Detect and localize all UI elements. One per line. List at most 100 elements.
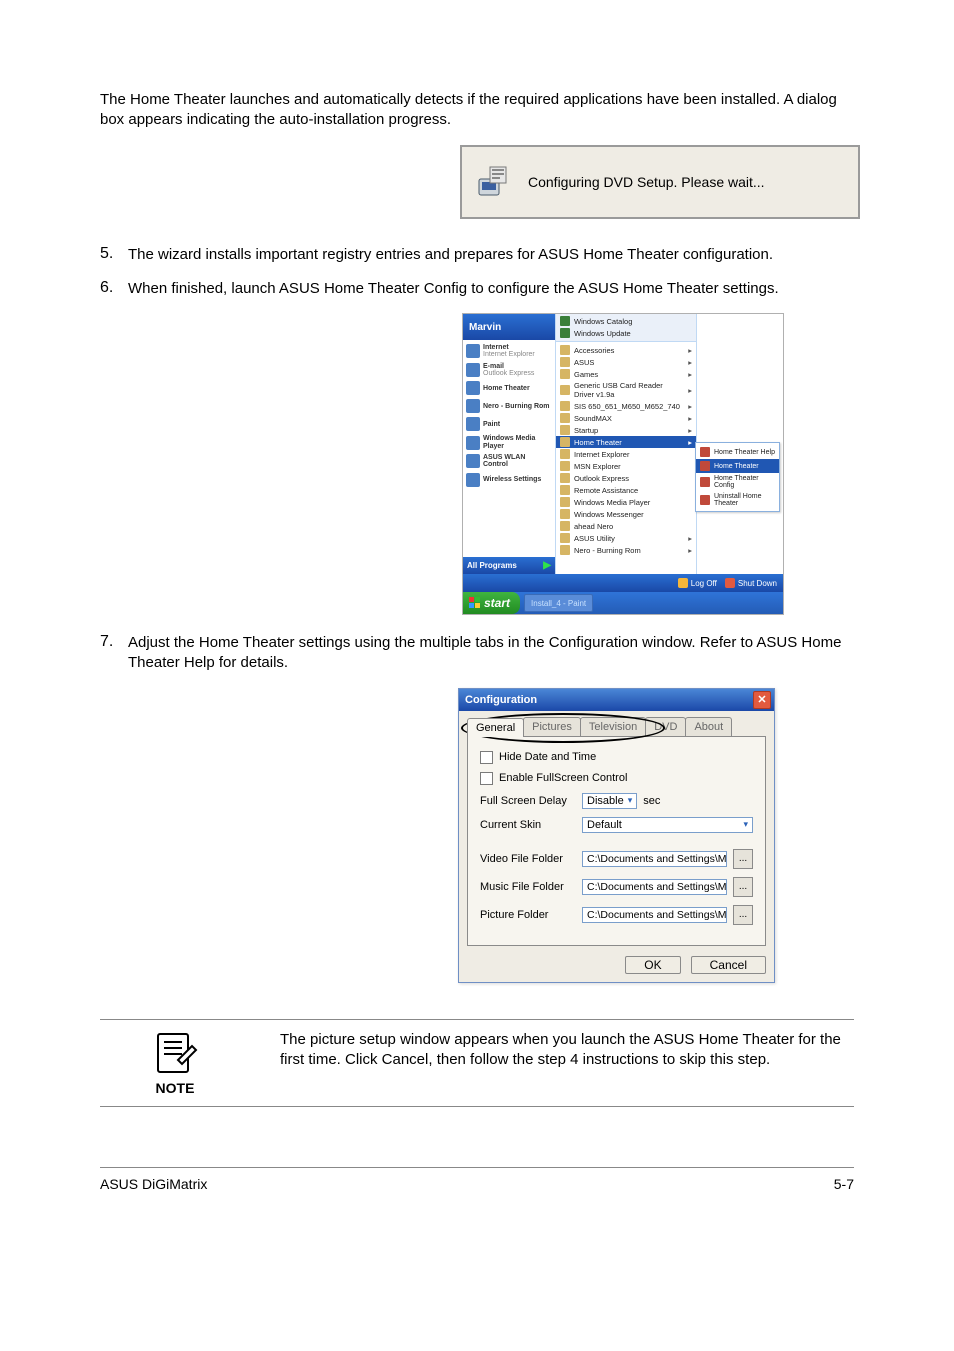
tab-pictures[interactable]: Pictures (523, 717, 581, 736)
folder-icon (560, 521, 570, 531)
close-button[interactable]: ✕ (753, 691, 771, 709)
menu-item[interactable]: Windows Media Player (556, 496, 696, 508)
chevron-right-icon: ▸ (688, 386, 692, 395)
hide-date-row[interactable]: Hide Date and Time (480, 751, 753, 764)
folder-icon (560, 509, 570, 519)
folder-icon (560, 357, 570, 367)
folder-icon (560, 461, 570, 471)
footer-left: ASUS DiGiMatrix (100, 1176, 207, 1192)
step-number: 6. (100, 279, 118, 299)
browse-button[interactable]: ... (733, 877, 753, 897)
menu-item[interactable]: Outlook Express (556, 472, 696, 484)
taskbar-item[interactable]: Install_4 - Paint (524, 594, 593, 612)
menu-item[interactable]: Internet Explorer (556, 448, 696, 460)
pinned-item[interactable]: ASUS WLAN Control (465, 452, 553, 471)
browse-button[interactable]: ... (733, 905, 753, 925)
chevron-right-icon: ▸ (688, 426, 692, 435)
note-block: NOTE The picture setup window appears wh… (100, 1019, 854, 1107)
all-programs-label: All Programs (467, 561, 517, 570)
menu-item[interactable]: ASUS▸ (556, 356, 696, 368)
pinned-item[interactable]: Nero - Burning Rom (465, 397, 553, 415)
step-text: When finished, launch ASUS Home Theater … (128, 279, 779, 299)
menu-item[interactable]: Windows Catalog (556, 315, 696, 327)
folder-icon (560, 401, 570, 411)
app-icon (466, 436, 480, 450)
shutdown-button[interactable]: Shut Down (725, 578, 777, 588)
folder-icon (560, 345, 570, 355)
tab-general[interactable]: General (467, 718, 524, 737)
flyout-item[interactable]: Home Theater Help (696, 445, 779, 459)
checkbox-icon[interactable] (480, 772, 493, 785)
picture-folder-label: Picture Folder (480, 909, 576, 921)
note-label: NOTE (156, 1080, 195, 1096)
pinned-item[interactable]: Windows Media Player (465, 433, 553, 452)
menu-item[interactable]: Windows Update (556, 327, 696, 339)
start-menu-user: Marvin (463, 314, 555, 340)
menu-item[interactable]: MSN Explorer (556, 460, 696, 472)
ok-button[interactable]: OK (625, 956, 680, 974)
app-icon (466, 454, 480, 468)
menu-item[interactable]: SIS 650_651_M650_M652_740▸ (556, 400, 696, 412)
chevron-right-icon: ▸ (688, 358, 692, 367)
tab-dvd[interactable]: DVD (645, 717, 686, 736)
start-button[interactable]: start (463, 592, 520, 614)
menu-item[interactable]: Remote Assistance (556, 484, 696, 496)
pinned-item[interactable]: Home Theater (465, 379, 553, 397)
checkbox-icon[interactable] (480, 751, 493, 764)
tab-about[interactable]: About (685, 717, 732, 736)
menu-item[interactable]: SoundMAX▸ (556, 412, 696, 424)
configuration-title: Configuration (465, 694, 537, 706)
app-icon (466, 473, 480, 487)
enable-fullscreen-row[interactable]: Enable FullScreen Control (480, 772, 753, 785)
current-skin-select[interactable]: Default▾ (582, 817, 753, 833)
cancel-button[interactable]: Cancel (691, 956, 766, 974)
tab-television[interactable]: Television (580, 717, 646, 736)
flyout-item[interactable]: Home Theater Config (696, 473, 779, 491)
menu-item[interactable]: ASUS Utility▸ (556, 532, 696, 544)
chevron-right-icon: ▸ (688, 414, 692, 423)
flyout-item[interactable]: Home Theater (696, 459, 779, 473)
start-menu-left-pane: Marvin InternetInternet ExplorerE-mailOu… (463, 314, 556, 574)
menu-item[interactable]: Home Theater▸ (556, 436, 696, 448)
fullscreen-delay-select[interactable]: Disable▾ (582, 793, 637, 809)
menu-item[interactable]: Accessories▸ (556, 344, 696, 356)
windows-logo-icon (469, 597, 481, 609)
pinned-item[interactable]: E-mailOutlook Express (465, 361, 553, 380)
chevron-right-icon: ▸ (688, 546, 692, 555)
chevron-right-icon: ▸ (688, 370, 692, 379)
configuration-titlebar: Configuration ✕ (459, 689, 774, 711)
app-icon (700, 495, 710, 505)
browse-button[interactable]: ... (733, 849, 753, 869)
app-icon (700, 477, 710, 487)
flyout-item[interactable]: Uninstall Home Theater (696, 491, 779, 509)
menu-item[interactable]: Startup▸ (556, 424, 696, 436)
start-menu-footer: Log Off Shut Down (463, 574, 783, 592)
all-programs-button[interactable]: All Programs ▶ (463, 557, 555, 574)
folder-icon (560, 449, 570, 459)
video-folder-input[interactable]: C:\Documents and Settings\Macmac\M (582, 851, 727, 867)
picture-folder-input[interactable]: C:\Documents and Settings\Macmac\M (582, 907, 727, 923)
pinned-item[interactable]: Wireless Settings (465, 471, 553, 489)
pinned-item[interactable]: InternetInternet Explorer (465, 342, 553, 361)
music-folder-input[interactable]: C:\Documents and Settings\Macmac\M (582, 879, 727, 895)
folder-icon (560, 485, 570, 495)
app-icon (466, 363, 480, 377)
folder-icon (560, 385, 570, 395)
start-menu-screenshot: Marvin InternetInternet ExplorerE-mailOu… (462, 313, 784, 615)
folder-icon (560, 413, 570, 423)
enable-fullscreen-label: Enable FullScreen Control (499, 772, 627, 784)
menu-item[interactable]: Generic USB Card Reader Driver v1.9a▸ (556, 380, 696, 400)
folder-icon (560, 437, 570, 447)
intro-paragraph: The Home Theater launches and automatica… (100, 90, 854, 131)
note-icon (152, 1030, 198, 1076)
logoff-button[interactable]: Log Off (678, 578, 717, 588)
menu-item[interactable]: Nero - Burning Rom▸ (556, 544, 696, 556)
music-folder-label: Music File Folder (480, 881, 576, 893)
menu-item[interactable]: ahead Nero (556, 520, 696, 532)
configuring-dialog: Configuring DVD Setup. Please wait... (460, 145, 860, 219)
chevron-down-icon: ▾ (743, 819, 748, 830)
folder-icon (560, 369, 570, 379)
menu-item[interactable]: Windows Messenger (556, 508, 696, 520)
menu-item[interactable]: Games▸ (556, 368, 696, 380)
pinned-item[interactable]: Paint (465, 415, 553, 433)
